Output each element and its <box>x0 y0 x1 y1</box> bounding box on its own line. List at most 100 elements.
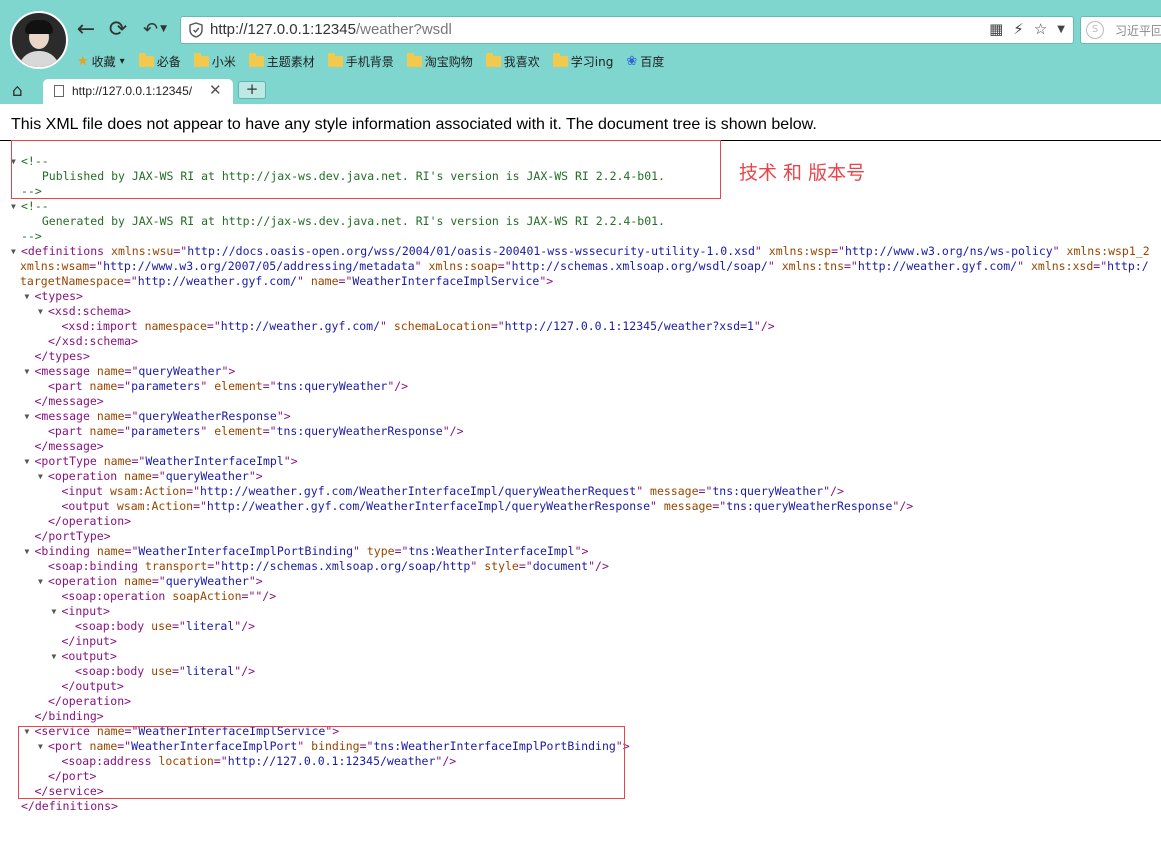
xml-attr-name: name <box>96 364 125 378</box>
address-url-path: /weather?wsdl <box>355 21 452 38</box>
xml-attr-name: name <box>89 424 118 438</box>
collapse-toggle-icon[interactable]: ▼ <box>11 199 16 214</box>
collapse-toggle-icon[interactable]: ▼ <box>38 574 43 589</box>
xml-tag: " <box>1052 244 1067 258</box>
xml-tag: =" <box>89 259 104 273</box>
active-tab[interactable]: http://127.0.0.1:12345/ ✕ <box>43 79 233 104</box>
xml-line: <types> <box>35 289 83 304</box>
xml-tag: <operation <box>48 469 125 483</box>
xml-tag: <xsd:import <box>61 319 145 333</box>
xml-attr-value: queryWeatherResponse <box>138 409 277 423</box>
tab-close-icon[interactable]: ✕ <box>209 81 222 99</box>
xml-tag: <service <box>34 724 97 738</box>
xml-attr-value: queryWeather <box>165 469 249 483</box>
xml-attr-name: element <box>214 379 263 393</box>
address-dropdown-icon[interactable]: ▼ <box>1057 20 1065 40</box>
xml-line: <output wsam:Action="http://weather.gyf.… <box>62 499 914 514</box>
avatar-hair-shape <box>25 20 53 34</box>
undo-dropdown-icon[interactable]: ↶ ▼ <box>138 17 172 41</box>
bookmark-item[interactable]: 手机背景 <box>327 52 394 70</box>
refresh-icon[interactable]: ⟳ <box>106 17 130 42</box>
bookmark-item[interactable]: 淘宝购物 <box>406 52 473 70</box>
xml-attr-value: http://weather.gyf.com/ <box>220 319 381 333</box>
collapse-toggle-icon[interactable]: ▼ <box>25 289 30 304</box>
bookmark-item[interactable]: ❀ 百度 <box>626 53 664 70</box>
xml-attr-name: schemaLocation <box>393 319 491 333</box>
bookmark-dropdown-icon[interactable]: ▾ <box>120 56 125 67</box>
xml-tag: </output> <box>61 679 124 693</box>
user-avatar[interactable] <box>10 11 68 69</box>
collapse-toggle-icon[interactable]: ▼ <box>25 409 30 424</box>
xml-tag: "/> <box>435 754 457 768</box>
xml-attr-value: WeatherInterfaceImplPort <box>131 739 298 753</box>
address-url[interactable]: http://127.0.0.1:12345/weather?wsdl <box>210 21 452 38</box>
xml-tag: </service> <box>34 784 104 798</box>
bookmark-item[interactable]: 学习ing <box>552 52 613 70</box>
sogou-search-icon: S <box>1086 21 1104 39</box>
xml-attr-value: WeatherInterfaceImplService <box>352 274 540 288</box>
address-url-host: http://127.0.0.1:12345 <box>210 21 356 38</box>
xml-attr-name: xmlns:wsp <box>768 244 832 258</box>
xml-line: </operation> <box>48 694 131 709</box>
search-box[interactable]: S 习近平回 <box>1080 16 1161 44</box>
xml-tag: "/> <box>753 319 775 333</box>
xml-tag: =" <box>151 574 166 588</box>
new-tab-button[interactable]: + <box>238 81 266 99</box>
collapse-toggle-icon[interactable]: ▼ <box>38 304 43 319</box>
collapse-toggle-icon[interactable]: ▼ <box>11 154 16 169</box>
xml-tag: =" <box>173 244 188 258</box>
collapse-toggle-icon[interactable]: ▼ <box>25 364 30 379</box>
xml-attr-value: queryWeather <box>138 364 222 378</box>
collapse-toggle-icon[interactable]: ▼ <box>38 469 43 484</box>
bookmark-item[interactable]: 必备 <box>138 52 181 70</box>
collapse-toggle-icon[interactable]: ▼ <box>52 604 57 619</box>
xml-attr-name: namespace <box>144 319 207 333</box>
xml-tag: <message <box>34 409 97 423</box>
xml-tag: =" <box>123 274 138 288</box>
bookmark-label: 收藏 <box>91 54 116 69</box>
bookmark-item[interactable]: ★ 收藏 ▾ <box>77 53 125 70</box>
xml-tag: </operation> <box>48 514 132 528</box>
bookmark-item[interactable]: 主题素材 <box>248 52 315 70</box>
xml-line: <soap:operation soapAction=""/> <box>62 589 277 604</box>
xml-line: Published by JAX-WS RI at http://jax-ws.… <box>28 169 665 184</box>
bookmark-label: 百度 <box>640 54 665 69</box>
xml-line: <service name="WeatherInterfaceImplServi… <box>35 724 340 739</box>
favorite-star-icon[interactable]: ☆ <box>1034 20 1047 40</box>
qr-code-icon[interactable]: ▦ <box>989 20 1003 40</box>
star-icon: ★ <box>77 53 89 69</box>
xml-line: <portType name="WeatherInterfaceImpl"> <box>35 454 298 469</box>
xml-tag: =" <box>124 364 139 378</box>
xml-attr-value: parameters <box>131 379 201 393</box>
xml-line: --> <box>21 229 42 244</box>
xml-attr-name: xmlns:xsd <box>1030 259 1094 273</box>
xml-line: <soap:binding transport="http://schemas.… <box>48 559 609 574</box>
xml-tag: <portType <box>34 454 104 468</box>
back-arrow-icon[interactable]: ← <box>75 17 97 42</box>
home-icon[interactable]: ⌂ <box>12 81 23 101</box>
xml-attr-value: tns:queryWeather <box>712 484 824 498</box>
xml-tag: "> <box>248 469 263 483</box>
collapse-toggle-icon[interactable]: ▼ <box>25 724 30 739</box>
bookmark-item[interactable]: 我喜欢 <box>485 52 540 70</box>
xml-tag: " <box>200 424 215 438</box>
collapse-toggle-icon[interactable]: ▼ <box>25 454 30 469</box>
lightning-icon[interactable]: ⚡︎ <box>1013 20 1024 40</box>
bookmark-item[interactable]: 小米 <box>193 52 236 70</box>
address-bar[interactable]: http://127.0.0.1:12345/weather?wsdl ▦ ⚡︎… <box>180 16 1074 44</box>
xml-tag: <soap:body <box>75 664 152 678</box>
collapse-toggle-icon[interactable]: ▼ <box>38 739 43 754</box>
xml-attr-name: name <box>96 724 125 738</box>
xml-tag: "/> <box>892 499 914 513</box>
collapse-toggle-icon[interactable]: ▼ <box>52 649 57 664</box>
collapse-toggle-icon[interactable]: ▼ <box>25 544 30 559</box>
xml-tag: =" <box>193 499 207 513</box>
xml-tag: <xsd:schema> <box>48 304 132 318</box>
xml-tag: "/> <box>588 559 609 573</box>
xml-tag: " <box>470 559 485 573</box>
xml-tag: =" <box>359 739 374 753</box>
xml-line: <port name="WeatherInterfaceImplPort" bi… <box>48 739 630 754</box>
xml-tag: </operation> <box>48 694 132 708</box>
collapse-toggle-icon[interactable]: ▼ <box>11 244 16 259</box>
xml-line: </portType> <box>35 529 111 544</box>
